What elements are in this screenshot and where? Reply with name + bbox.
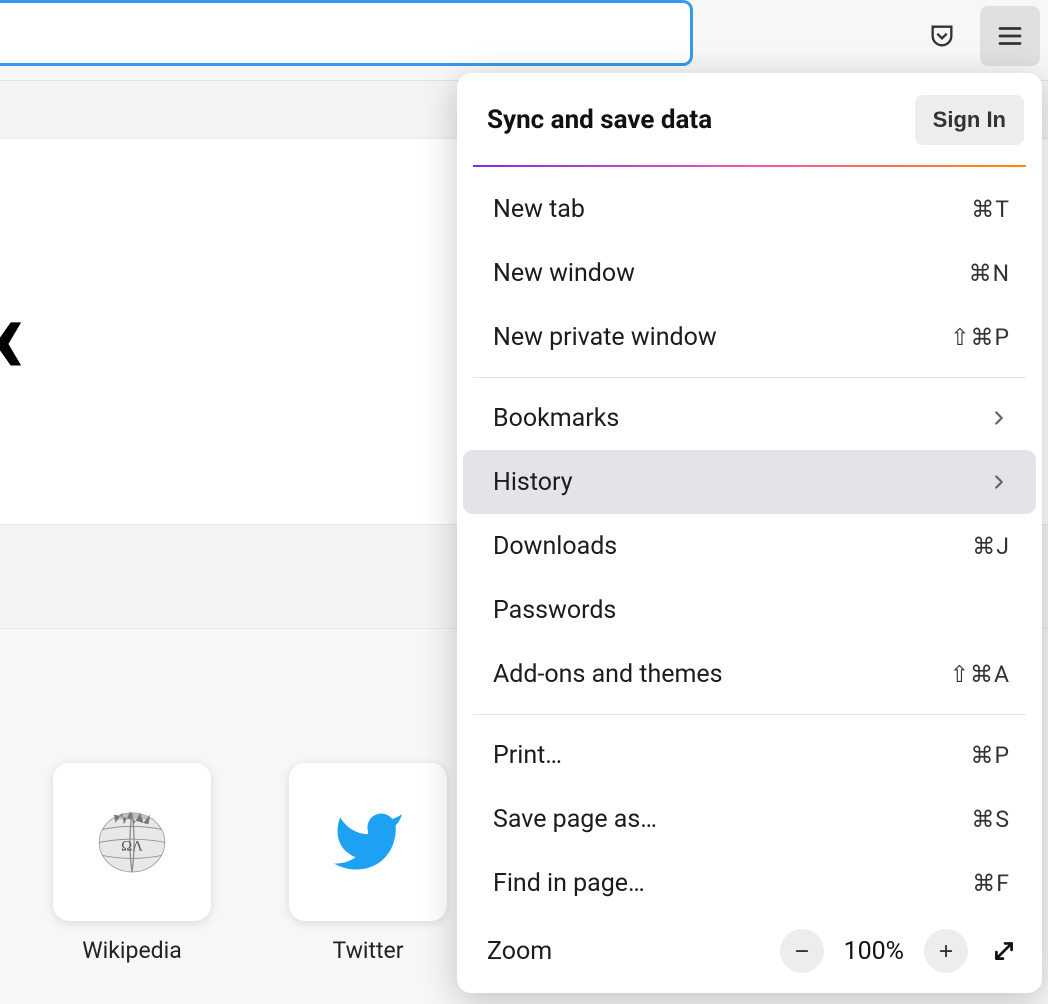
menu-item-bookmarks[interactable]: Bookmarks <box>463 386 1036 450</box>
shortcut: ⌘T <box>971 196 1010 223</box>
menu-item-label: New window <box>493 259 635 288</box>
toolbar-right <box>916 0 1048 72</box>
menu-item-label: Print… <box>493 741 562 770</box>
menu-item-new-window[interactable]: New window ⌘N <box>463 241 1036 305</box>
sync-header: Sync and save data Sign In <box>457 73 1042 165</box>
menu-item-label: Downloads <box>493 532 617 561</box>
divider <box>473 714 1026 715</box>
browser-toolbar <box>0 0 1048 80</box>
plus-icon <box>937 942 955 960</box>
zoom-controls: 100% <box>780 929 1026 973</box>
svg-text:ΩΛ: ΩΛ <box>121 839 143 855</box>
menu-item-label: New private window <box>493 323 717 352</box>
menu-item-passwords[interactable]: Passwords <box>463 578 1036 642</box>
hamburger-menu-button[interactable] <box>980 6 1040 66</box>
menu-item-new-private-window[interactable]: New private window ⇧⌘P <box>463 305 1036 369</box>
menu-item-label: Add-ons and themes <box>493 660 723 689</box>
sign-in-button[interactable]: Sign In <box>915 95 1024 145</box>
menu-item-label: New tab <box>493 195 585 224</box>
chevron-right-icon <box>988 471 1010 493</box>
shortcut: ⌘S <box>971 806 1010 833</box>
menu-item-label: Save page as… <box>493 805 657 834</box>
zoom-in-button[interactable] <box>924 929 968 973</box>
tile-label: Twitter <box>333 937 404 964</box>
zoom-row: Zoom 100% <box>457 919 1042 983</box>
minus-icon <box>793 942 811 960</box>
divider <box>473 377 1026 378</box>
wikipedia-icon: ΩΛ <box>91 803 173 881</box>
shortcut: ⌘P <box>970 742 1010 769</box>
zoom-percent: 100% <box>838 937 910 966</box>
shortcut: ⇧⌘P <box>950 324 1010 351</box>
tile-label: Wikipedia <box>82 937 181 964</box>
menu-item-label: History <box>493 468 573 497</box>
partial-text-x: ‹ <box>0 270 25 399</box>
sync-title: Sync and save data <box>487 105 712 135</box>
shortcut: ⇧⌘A <box>950 661 1010 688</box>
shortcut: ⌘N <box>969 260 1010 287</box>
pocket-icon[interactable] <box>916 10 968 62</box>
top-sites: ΩΛ Wikipedia Twitter <box>53 763 447 964</box>
menu-item-find-in-page[interactable]: Find in page… ⌘F <box>463 851 1036 915</box>
menu-item-label: Passwords <box>493 596 616 625</box>
shortcut: ⌘J <box>972 533 1010 560</box>
url-bar[interactable] <box>0 0 693 66</box>
tile-twitter[interactable]: Twitter <box>289 763 447 964</box>
menu-item-downloads[interactable]: Downloads ⌘J <box>463 514 1036 578</box>
fullscreen-button[interactable] <box>982 929 1026 973</box>
tile-wikipedia[interactable]: ΩΛ Wikipedia <box>53 763 211 964</box>
chevron-right-icon <box>988 407 1010 429</box>
twitter-icon <box>323 805 413 879</box>
fullscreen-icon <box>991 938 1017 964</box>
zoom-out-button[interactable] <box>780 929 824 973</box>
menu-item-addons-themes[interactable]: Add-ons and themes ⇧⌘A <box>463 642 1036 706</box>
menu-item-save-page-as[interactable]: Save page as… ⌘S <box>463 787 1036 851</box>
menu-item-new-tab[interactable]: New tab ⌘T <box>463 177 1036 241</box>
menu-item-history[interactable]: History <box>463 450 1036 514</box>
shortcut: ⌘F <box>972 870 1010 897</box>
menu-item-label: Bookmarks <box>493 404 619 433</box>
zoom-label: Zoom <box>487 937 552 966</box>
main-menu-dropdown: Sync and save data Sign In New tab ⌘T Ne… <box>457 73 1042 993</box>
menu-item-label: Find in page… <box>493 869 645 898</box>
menu-item-print[interactable]: Print… ⌘P <box>463 723 1036 787</box>
